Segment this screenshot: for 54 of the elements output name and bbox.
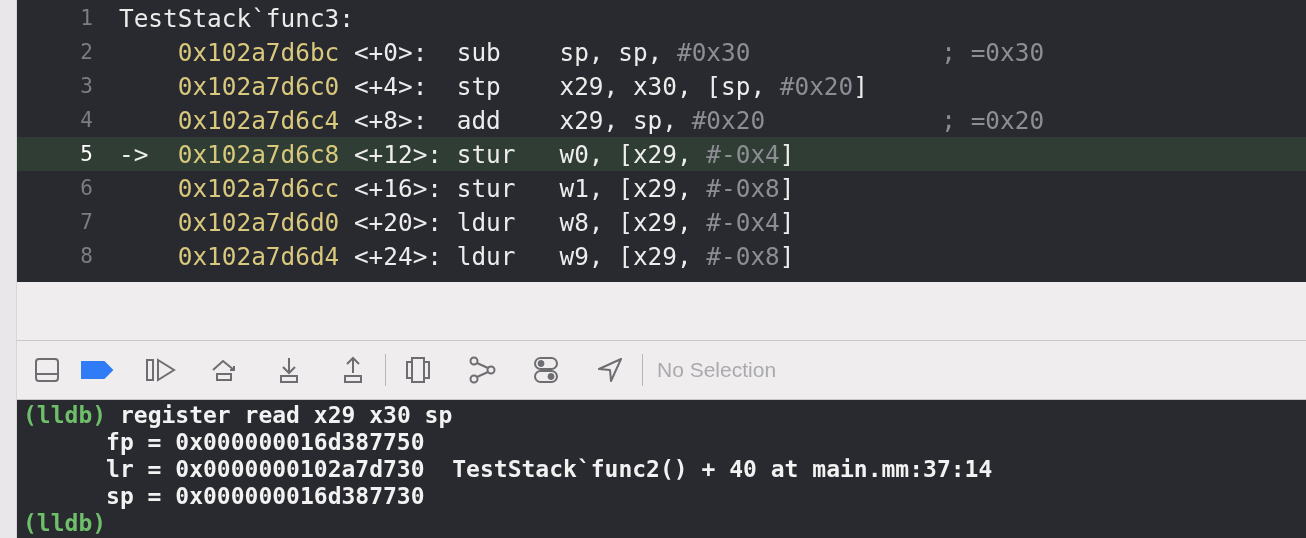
instruction-operands: x29, sp, #0x20 (559, 105, 767, 135)
instruction-address: 0x102a7d6d0 (177, 207, 341, 237)
instruction-operands: w8, [x29, #-0x4] (559, 207, 796, 237)
instruction-mnemonic: ldur (456, 207, 517, 237)
instruction-mnemonic: stp (456, 71, 502, 101)
toggles-icon (532, 356, 560, 384)
lldb-prompt: (lldb) (23, 510, 107, 537)
instruction-address: 0x102a7d6c0 (177, 71, 341, 101)
line-number: 6 (79, 176, 93, 200)
instruction-mnemonic: stur (456, 173, 517, 203)
breakpoint-icon (80, 359, 114, 381)
layers-icon (404, 356, 432, 384)
instruction-mnemonic: add (456, 105, 502, 135)
instruction-mnemonic: ldur (456, 241, 517, 271)
lldb-prompt: (lldb) (23, 402, 107, 429)
instruction-address: 0x102a7d6bc (177, 37, 341, 67)
instruction-offset: <+16>: (353, 173, 444, 203)
instruction-address: 0x102a7d6cc (177, 173, 341, 203)
line-number: 1 (79, 6, 93, 30)
instruction-comment: ; =0x20 (941, 105, 1045, 135)
instruction-mnemonic: sub (456, 37, 502, 67)
line-number: 4 (79, 108, 93, 132)
instruction-offset: <+0>: (353, 37, 429, 67)
instruction-offset: <+20>: (353, 207, 444, 237)
line-number: 5 (79, 142, 93, 166)
line-number: 8 (79, 244, 93, 268)
line-number: 3 (79, 74, 93, 98)
instruction-operands: sp, sp, #0x30 (559, 37, 752, 67)
instruction-offset: <+24>: (353, 241, 444, 271)
instruction-comment: ; =0x30 (941, 37, 1045, 67)
instruction-address: 0x102a7d6d4 (177, 241, 341, 271)
line-number: 7 (79, 210, 93, 234)
instruction-operands: x29, x30, [sp, #0x20] (559, 71, 869, 101)
current-instruction-marker: -> (119, 139, 149, 169)
instruction-address: 0x102a7d6c8 (177, 139, 341, 169)
instruction-operands: w1, [x29, #-0x8] (559, 173, 796, 203)
function-label: TestStack`func3: (119, 3, 354, 33)
line-number: 2 (79, 40, 93, 64)
graph-icon (468, 356, 496, 384)
panel-icon (33, 356, 61, 384)
console-output: lr = 0x0000000102a7d730 TestStack`func2() + 40 at main.mm:37:14 (105, 456, 993, 483)
location-arrow-icon (596, 356, 624, 384)
instruction-offset: <+8>: (353, 105, 429, 135)
instruction-mnemonic: stur (456, 139, 517, 169)
instruction-address: 0x102a7d6c4 (177, 105, 341, 135)
console-output: fp = 0x000000016d387750 (105, 429, 425, 456)
selection-label: No Selection (657, 358, 777, 382)
instruction-offset: <+4>: (353, 71, 429, 101)
instruction-operands: w0, [x29, #-0x4] (559, 139, 796, 169)
console-command: register read x29 x30 sp (119, 402, 453, 429)
console-output: sp = 0x000000016d387730 (105, 483, 425, 510)
instruction-operands: w9, [x29, #-0x8] (559, 241, 796, 271)
instruction-offset: <+12>: (353, 139, 444, 169)
continue-icon (145, 357, 177, 383)
